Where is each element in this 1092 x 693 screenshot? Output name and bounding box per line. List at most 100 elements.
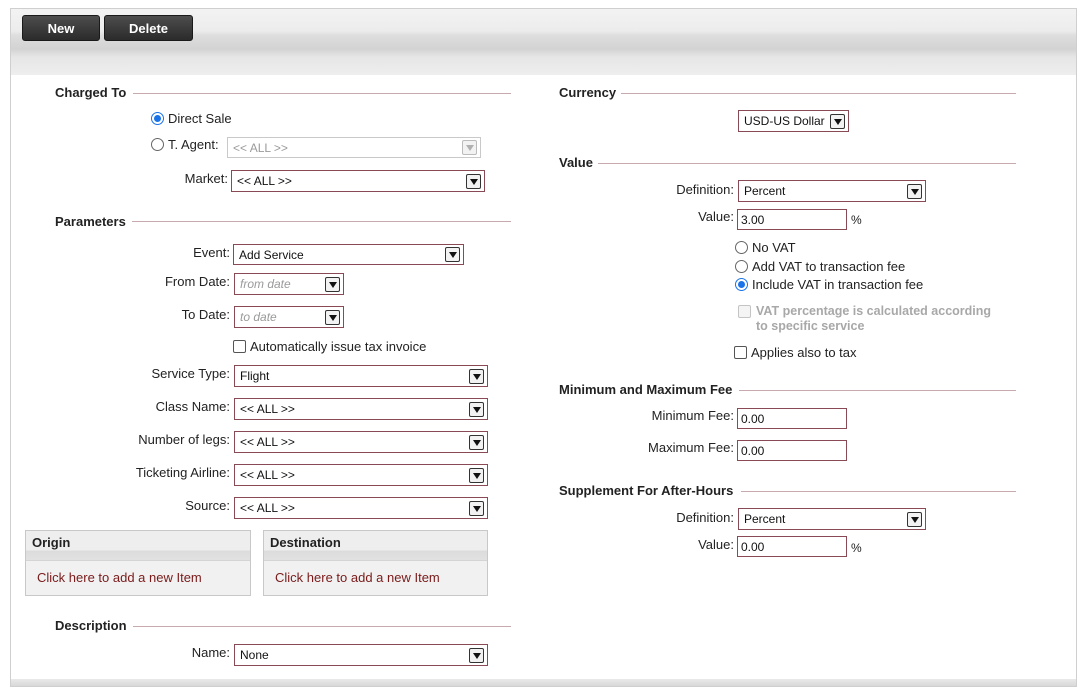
no-vat-label: No VAT <box>752 240 796 255</box>
charged-to-divider <box>133 93 511 94</box>
vat-percentage-option: VAT percentage is calculated according t… <box>738 304 996 334</box>
value-input[interactable]: 3.00 <box>737 209 847 230</box>
t-agent-radio[interactable] <box>151 138 164 151</box>
destination-title: Destination <box>264 531 487 561</box>
applies-tax-option[interactable]: Applies also to tax <box>734 345 857 360</box>
chevron-down-icon <box>466 173 481 189</box>
max-fee-input[interactable]: 0.00 <box>737 440 847 461</box>
event-select[interactable]: Add Service <box>233 244 464 265</box>
t-agent-option[interactable]: T. Agent: <box>151 137 219 152</box>
chevron-down-icon <box>445 247 460 262</box>
airline-select[interactable]: << ALL >> <box>234 464 488 486</box>
market-value: << ALL >> <box>237 174 292 188</box>
include-vat-label: Include VAT in transaction fee <box>752 277 924 292</box>
min-max-divider <box>739 390 1016 391</box>
legs-select[interactable]: << ALL >> <box>234 431 488 453</box>
new-button[interactable]: New <box>22 15 100 41</box>
value-label: Value: <box>698 209 734 224</box>
to-date-label: To Date: <box>181 307 230 322</box>
destination-panel: Destination Click here to add a new Item <box>263 530 488 596</box>
add-vat-option[interactable]: Add VAT to transaction fee <box>735 259 905 274</box>
from-date-placeholder: from date <box>240 277 291 291</box>
vat-percentage-checkbox <box>738 305 751 318</box>
applies-tax-label: Applies also to tax <box>751 345 857 360</box>
destination-add-link[interactable]: Click here to add a new Item <box>264 561 487 585</box>
toolbar: New Delete <box>11 9 1076 75</box>
direct-sale-option[interactable]: Direct Sale <box>151 111 232 126</box>
t-agent-label: T. Agent: <box>168 137 219 152</box>
vat-percentage-label: VAT percentage is calculated according t… <box>756 304 992 333</box>
add-vat-label: Add VAT to transaction fee <box>752 259 906 274</box>
market-select[interactable]: << ALL >> <box>231 170 485 192</box>
max-fee-label: Maximum Fee: <box>648 440 734 455</box>
event-label: Event: <box>193 245 230 260</box>
market-label: Market: <box>184 171 228 186</box>
t-agent-select: << ALL >> <box>227 137 481 158</box>
no-vat-radio[interactable] <box>735 241 748 254</box>
supplement-definition-value: Percent <box>744 512 786 526</box>
value-unit: % <box>851 213 862 227</box>
value-divider <box>598 163 1016 164</box>
origin-add-link[interactable]: Click here to add a new Item <box>26 561 250 585</box>
currency-select[interactable]: USD-US Dollar <box>738 110 849 132</box>
supplement-divider <box>741 491 1016 492</box>
service-type-value: Flight <box>240 369 270 383</box>
supplement-value-input[interactable]: 0.00 <box>737 536 847 557</box>
service-type-label: Service Type: <box>151 366 230 381</box>
no-vat-option[interactable]: No VAT <box>735 240 796 255</box>
source-value: << ALL >> <box>240 501 295 515</box>
class-name-label: Class Name: <box>155 399 230 414</box>
calendar-dropdown-icon[interactable] <box>325 276 340 292</box>
delete-button[interactable]: Delete <box>104 15 193 41</box>
currency-title: Currency <box>559 85 617 100</box>
chevron-down-icon <box>469 500 484 516</box>
auto-invoice-checkbox[interactable] <box>233 340 246 353</box>
supplement-definition-label: Definition: <box>676 510 734 525</box>
parameters-divider <box>132 221 511 222</box>
to-date-input[interactable]: to date <box>234 306 344 328</box>
chevron-down-icon <box>907 183 922 199</box>
chevron-down-icon <box>462 140 477 155</box>
class-name-value: << ALL >> <box>240 402 295 416</box>
class-name-select[interactable]: << ALL >> <box>234 398 488 420</box>
include-vat-option[interactable]: Include VAT in transaction fee <box>735 277 923 292</box>
to-date-placeholder: to date <box>240 310 277 324</box>
origin-title: Origin <box>26 531 250 561</box>
parameters-title: Parameters <box>55 214 126 229</box>
value-definition-value: Percent <box>744 184 786 198</box>
from-date-input[interactable]: from date <box>234 273 344 295</box>
name-select[interactable]: None <box>234 644 488 666</box>
currency-divider <box>621 93 1016 94</box>
event-value: Add Service <box>239 247 304 262</box>
include-vat-radio[interactable] <box>735 278 748 291</box>
add-vat-radio[interactable] <box>735 260 748 273</box>
supplement-value-unit: % <box>851 541 862 555</box>
source-select[interactable]: << ALL >> <box>234 497 488 519</box>
value-title: Value <box>559 155 593 170</box>
description-divider <box>133 626 511 627</box>
applies-tax-checkbox[interactable] <box>734 346 747 359</box>
service-type-select[interactable]: Flight <box>234 365 488 387</box>
calendar-dropdown-icon[interactable] <box>325 309 340 325</box>
value-definition-select[interactable]: Percent <box>738 180 926 202</box>
value-definition-label: Definition: <box>676 182 734 197</box>
chevron-down-icon <box>469 368 484 384</box>
auto-invoice-option[interactable]: Automatically issue tax invoice <box>233 339 426 354</box>
chevron-down-icon <box>830 113 845 129</box>
legs-label: Number of legs: <box>138 432 230 447</box>
min-fee-input[interactable]: 0.00 <box>737 408 847 429</box>
chevron-down-icon <box>469 467 484 483</box>
name-value: None <box>240 648 269 662</box>
chevron-down-icon <box>469 647 484 663</box>
chevron-down-icon <box>907 511 922 527</box>
airline-value: << ALL >> <box>240 468 295 482</box>
min-max-title: Minimum and Maximum Fee <box>559 382 733 397</box>
origin-panel: Origin Click here to add a new Item <box>25 530 251 596</box>
source-label: Source: <box>185 498 230 513</box>
airline-label: Ticketing Airline: <box>135 465 230 480</box>
direct-sale-label: Direct Sale <box>168 111 232 126</box>
direct-sale-radio[interactable] <box>151 112 164 125</box>
chevron-down-icon <box>469 401 484 417</box>
from-date-label: From Date: <box>164 274 230 289</box>
supplement-definition-select[interactable]: Percent <box>738 508 926 530</box>
